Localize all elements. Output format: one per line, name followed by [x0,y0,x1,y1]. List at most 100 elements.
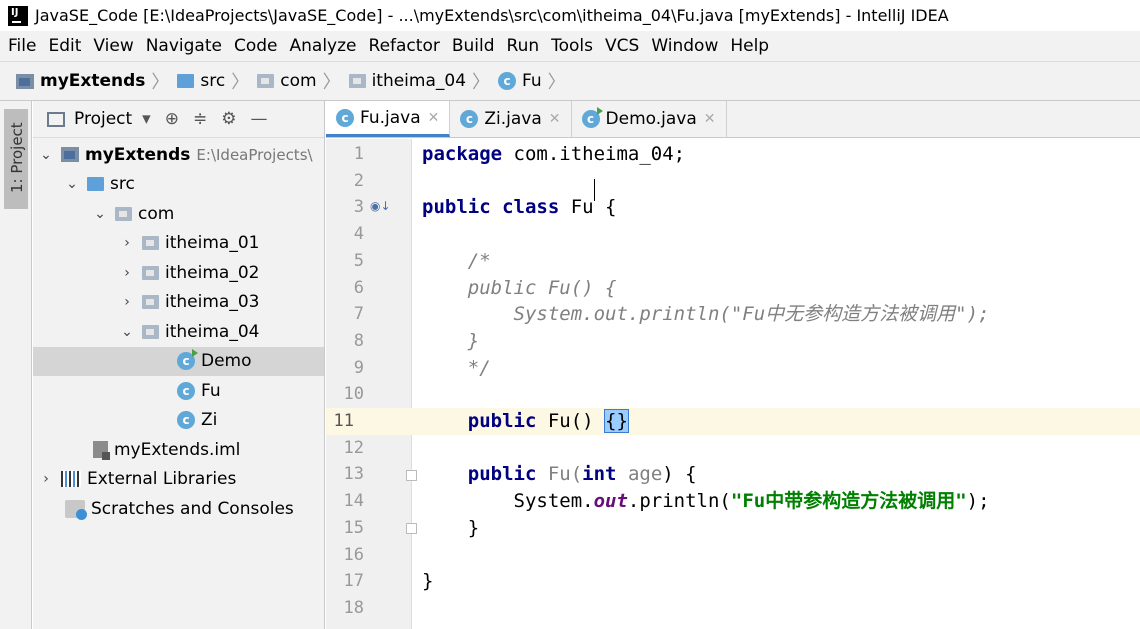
line-number: 10 [343,384,364,405]
chevron-right-icon[interactable]: › [120,265,134,281]
locate-icon[interactable]: ⊕ [165,109,179,129]
module-icon [16,73,34,89]
close-icon[interactable]: ✕ [428,110,440,126]
breadcrumb-fu[interactable]: c Fu 〉 [498,68,574,94]
hide-icon[interactable]: — [250,109,267,129]
tree-item-scratches[interactable]: Scratches and Consoles [33,494,324,524]
menu-analyze[interactable]: Analyze [290,36,357,56]
tree-item-zi[interactable]: c Zi [33,406,324,436]
line-number: 17 [343,571,364,592]
menu-help[interactable]: Help [730,36,769,56]
line-number: 4 [353,224,364,245]
tree-item-fu[interactable]: c Fu [33,376,324,406]
window-title: JavaSE_Code [E:\IdeaProjects\JavaSE_Code… [35,6,949,25]
menu-file[interactable]: File [8,36,36,56]
code-editor[interactable]: 1 2 3 4 5 6 7 8 9 10 11 12 13 14 15 16 1… [326,139,1140,629]
scratches-icon [65,499,87,520]
source-folder-icon [177,74,195,88]
chevron-right-icon: 〉 [231,72,250,93]
tool-window-stripe: 1: Project [0,101,32,629]
line-number: 7 [353,304,364,325]
tree-item-src[interactable]: ⌄ src [33,170,324,200]
line-number: 3 [353,197,364,218]
tree-item-itheima-02[interactable]: › itheima_02 [33,258,324,288]
menu-navigate[interactable]: Navigate [146,36,222,56]
tree-item-itheima-03[interactable]: › itheima_03 [33,288,324,318]
breadcrumb-src[interactable]: src 〉 [177,68,257,94]
breadcrumb-itheima-04[interactable]: itheima_04 〉 [348,68,498,94]
menu-edit[interactable]: Edit [48,36,81,56]
code-line-15: } [422,516,480,539]
breadcrumb-com[interactable]: com 〉 [257,68,348,94]
collapse-all-icon[interactable]: ≑ [193,109,207,129]
chevron-right-icon[interactable]: › [120,294,134,310]
tab-fu-java[interactable]: c Fu.java ✕ [326,101,451,137]
code-line-5: /* [422,249,491,272]
line-number: 8 [353,330,364,351]
line-number: 6 [353,277,364,298]
chevron-right-icon: 〉 [151,72,170,93]
chevron-right-icon[interactable]: › [39,471,53,487]
project-tool-tab[interactable]: 1: Project [4,109,28,209]
gear-icon[interactable]: ⚙ [221,109,236,129]
package-icon [142,295,159,310]
package-icon [115,206,132,221]
tree-item-external-libraries[interactable]: › External Libraries [33,465,324,495]
tree-item-demo[interactable]: c Demo [33,346,324,376]
class-icon: c [498,72,517,90]
menu-view[interactable]: View [93,36,133,56]
project-tree: ⌄ myExtends E:\IdeaProjects\ ⌄ src ⌄ com… [33,140,324,524]
tree-item-itheima-04[interactable]: ⌄ itheima_04 [33,317,324,347]
line-number: 12 [343,437,364,458]
close-icon[interactable]: ✕ [549,111,561,127]
line-number: 2 [353,170,364,191]
code-line-11: public Fu() {} [412,408,1140,435]
menu-bar: File Edit View Navigate Code Analyze Ref… [0,31,1140,61]
tab-zi-java[interactable]: c Zi.java ✕ [450,101,572,137]
line-number: 1 [353,144,364,164]
menu-window[interactable]: Window [651,36,718,56]
dropdown-arrow-icon[interactable]: ▾ [142,109,151,129]
intellij-icon: IJ [8,5,28,26]
tree-item-iml[interactable]: myExtends.iml [33,435,324,465]
tree-item-itheima-01[interactable]: › itheima_01 [33,229,324,259]
menu-code[interactable]: Code [234,36,278,56]
code-line-6: public Fu() { [422,276,617,299]
code-area[interactable]: package com.itheima_04; public class Fu … [412,139,1140,629]
runnable-class-icon: c [177,349,198,371]
tab-demo-java[interactable]: c Demo.java ✕ [572,101,727,137]
chevron-down-icon[interactable]: ⌄ [65,176,79,192]
module-icon [61,147,79,163]
editor-gutter[interactable]: 1 2 3 4 5 6 7 8 9 10 11 12 13 14 15 16 1… [326,139,417,629]
menu-run[interactable]: Run [507,36,540,56]
chevron-right-icon[interactable]: › [120,235,134,251]
chevron-down-icon[interactable]: ⌄ [93,206,107,222]
package-icon [142,236,159,251]
code-line-14: System.out.println("Fu中带参构造方法被调用"); [422,490,990,513]
line-number: 15 [343,517,364,538]
line-number: 9 [353,357,364,378]
tree-item-com[interactable]: ⌄ com [33,199,324,229]
class-icon: c [336,108,354,127]
menu-tools[interactable]: Tools [551,36,593,56]
iml-file-icon [93,441,110,461]
chevron-right-icon: 〉 [547,72,566,93]
line-number: 14 [343,491,364,512]
code-line-8: } [422,329,480,352]
chevron-down-icon[interactable]: ⌄ [39,147,53,163]
source-folder-icon [87,177,104,192]
close-icon[interactable]: ✕ [704,111,716,127]
subclassed-marker-icon[interactable]: ◉↓ [370,199,391,213]
menu-build[interactable]: Build [452,36,495,56]
tree-item-myextends[interactable]: ⌄ myExtends E:\IdeaProjects\ [33,140,324,170]
editor-tabs: c Fu.java ✕ c Zi.java ✕ c Demo.java ✕ [326,101,1140,138]
runnable-class-icon: c [581,107,603,128]
code-line-17: } [422,570,434,593]
breadcrumb: myExtends 〉 src 〉 com 〉 itheima_04 〉 c F… [0,61,1140,101]
chevron-down-icon[interactable]: ⌄ [120,324,134,340]
menu-vcs[interactable]: VCS [605,36,639,56]
menu-refactor[interactable]: Refactor [369,36,440,56]
project-view-selector[interactable]: Project [74,109,132,129]
breadcrumb-module[interactable]: myExtends 〉 [16,68,177,94]
line-number-current: 11 [326,408,412,435]
